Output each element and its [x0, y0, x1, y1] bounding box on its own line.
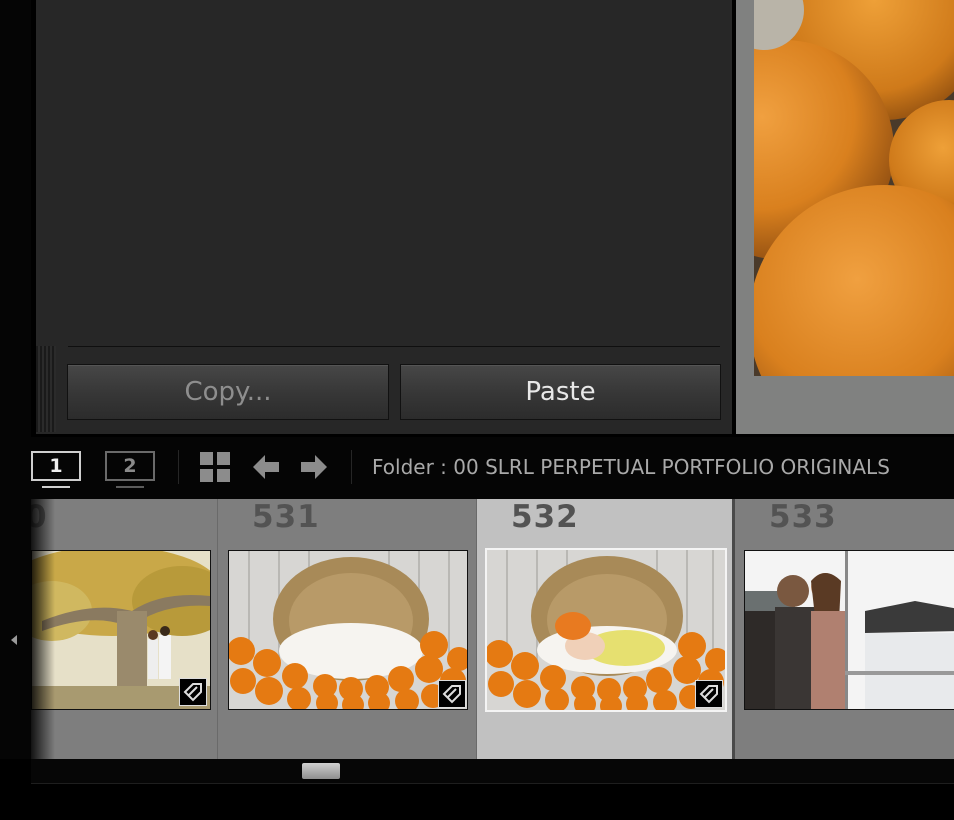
- secondary-display-button[interactable]: 2: [105, 451, 155, 481]
- thumbnail-basket-with-oranges: [228, 550, 468, 710]
- bottom-area: [0, 784, 954, 820]
- preview-photo-oranges: [754, 0, 954, 376]
- forward-arrow-icon[interactable]: [299, 452, 329, 482]
- toolbar-separator: [178, 450, 179, 484]
- grid-view-icon[interactable]: [200, 452, 231, 483]
- filmstrip-scrollbar[interactable]: [31, 759, 954, 784]
- left-edge: [0, 0, 31, 437]
- develop-settings-badge-icon: [695, 680, 723, 708]
- filmstrip-scroll-thumb[interactable]: [302, 763, 340, 779]
- panel-resize-grip[interactable]: [36, 346, 56, 432]
- primary-display-button[interactable]: 1: [31, 451, 81, 481]
- cell-number: 533: [769, 499, 837, 535]
- cell-number: 532: [511, 499, 579, 535]
- filmstrip: 0 531 532 533: [31, 499, 954, 759]
- filmstrip-scroll-left-icon[interactable]: [11, 635, 17, 645]
- toolbar-separator: [351, 450, 352, 484]
- back-arrow-icon[interactable]: [251, 452, 281, 482]
- filmstrip-cell[interactable]: 531: [218, 499, 477, 759]
- filmstrip-cell[interactable]: 0: [31, 499, 218, 759]
- panel-divider: [68, 346, 720, 347]
- copy-settings-button[interactable]: Copy...: [67, 364, 389, 420]
- primary-display-indicator: [42, 486, 70, 488]
- filmstrip-cell-selected[interactable]: 532: [477, 499, 735, 759]
- paste-settings-button[interactable]: Paste: [400, 364, 721, 420]
- develop-settings-badge-icon: [179, 678, 207, 706]
- develop-settings-badge-icon: [438, 680, 466, 708]
- secondary-display-indicator: [116, 486, 144, 488]
- thumbnail-couple-on-pier: [744, 550, 954, 710]
- filmstrip-source-label[interactable]: Folder : 00 SLRL PERPETUAL PORTFOLIO ORI…: [372, 455, 952, 481]
- filmstrip-cell[interactable]: 533: [735, 499, 954, 759]
- filmstrip-left-bar: [0, 499, 31, 759]
- cell-number: 531: [252, 499, 320, 535]
- thumbnail-baby-in-basket: [485, 548, 727, 712]
- cell-number: 0: [31, 499, 48, 535]
